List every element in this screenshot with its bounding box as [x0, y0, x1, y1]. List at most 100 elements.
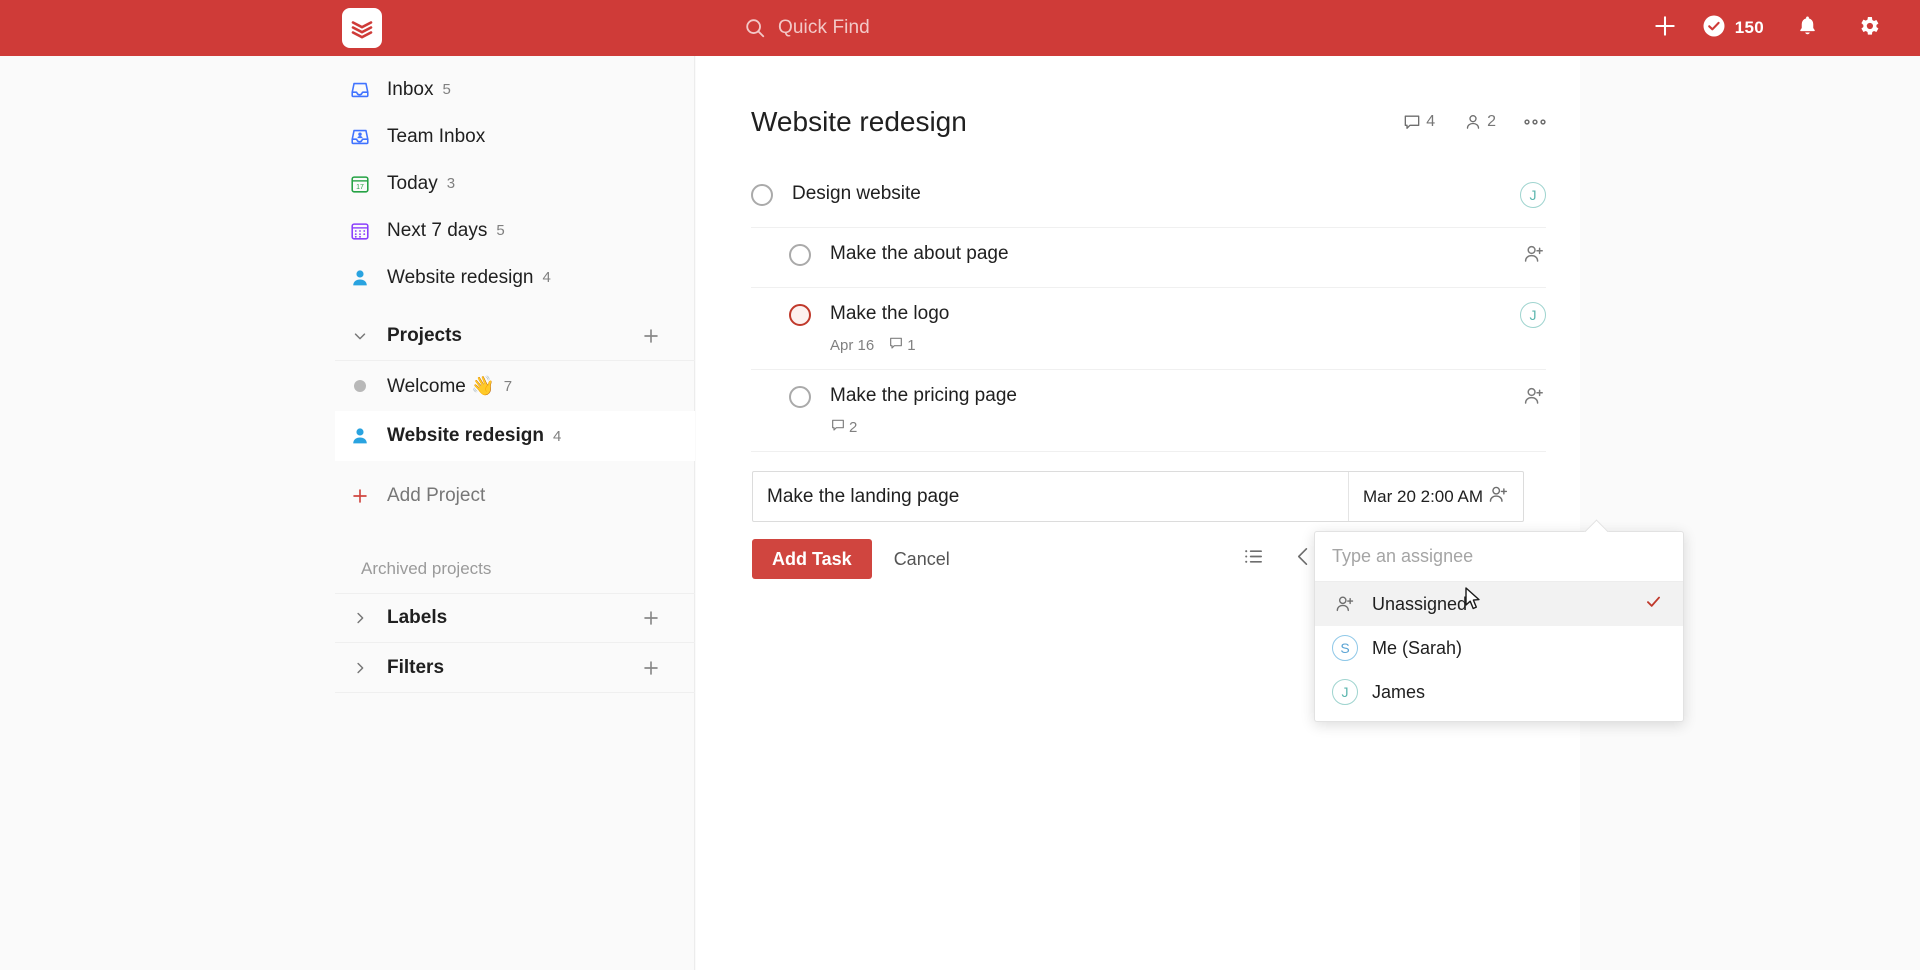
task-comment-count[interactable]: 2	[830, 417, 857, 437]
quick-find-button[interactable]: Quick Find	[744, 0, 870, 56]
task-row[interactable]: Make the pricing page 2	[751, 370, 1546, 452]
task-row[interactable]: Design website J	[751, 168, 1546, 228]
task-checkbox[interactable]	[789, 386, 811, 408]
person-icon	[348, 266, 372, 290]
task-checkbox-priority[interactable]	[789, 304, 811, 326]
cancel-button[interactable]: Cancel	[894, 549, 950, 570]
add-project-button[interactable]: Add Project	[335, 471, 695, 521]
chevron-right-icon	[348, 606, 372, 630]
calendar-week-icon	[348, 219, 372, 243]
top-bar: Quick Find 150	[0, 0, 1920, 56]
add-task-button[interactable]	[1634, 0, 1696, 56]
avatar: S	[1332, 635, 1358, 661]
sidebar-item-label: Team Inbox	[387, 125, 486, 147]
sidebar-section-projects[interactable]: Projects	[335, 311, 695, 361]
assign-person-icon	[1522, 242, 1546, 271]
chevron-right-icon	[348, 656, 372, 680]
project-more-menu-button[interactable]	[1524, 118, 1546, 126]
task-comment-count[interactable]: 1	[888, 335, 916, 355]
check-icon	[1644, 592, 1663, 616]
task-title: Make the pricing page	[830, 385, 1017, 406]
task-comment-number: 1	[907, 336, 916, 354]
section-label: Filters	[387, 656, 445, 678]
task-name-input[interactable]	[753, 472, 1348, 521]
search-icon	[744, 17, 766, 39]
assignee-option-james[interactable]: J James	[1315, 670, 1683, 714]
inbox-icon	[348, 78, 372, 102]
project-comments-button[interactable]: 4	[1402, 112, 1435, 132]
task-comment-number: 2	[849, 418, 858, 436]
sidebar-item-website-redesign[interactable]: Website redesign 4	[335, 254, 695, 301]
sidebar-project-website-redesign[interactable]: Website redesign 4	[335, 411, 695, 461]
task-body: Design website	[792, 182, 1510, 206]
assignee-option-unassigned[interactable]: Unassigned	[1315, 582, 1683, 626]
sidebar-project-welcome[interactable]: Welcome 👋 7	[335, 361, 695, 411]
comment-icon	[888, 335, 904, 355]
avatar: J	[1520, 182, 1546, 208]
sidebar: Inbox 5 Team Inbox 17 Today 3 Next 7 day…	[0, 56, 695, 970]
add-project-icon[interactable]	[640, 325, 662, 347]
task-body: Make the logo Apr 16 1	[830, 302, 1510, 355]
project-dot-grey	[348, 374, 372, 398]
task-list: Design website J Make the about page Mak…	[751, 168, 1546, 452]
task-checkbox[interactable]	[789, 244, 811, 266]
editor-tools	[1242, 545, 1316, 573]
task-body: Make the about page	[830, 242, 1512, 266]
task-due-date[interactable]: Apr 16	[830, 337, 874, 354]
team-inbox-icon	[348, 125, 372, 149]
list-icon[interactable]	[1242, 545, 1265, 573]
task-checkbox[interactable]	[751, 184, 773, 206]
archived-projects-link[interactable]: Archived projects	[335, 545, 695, 593]
add-filter-icon[interactable]	[640, 657, 662, 679]
assignee-option-list: Unassigned S Me (Sarah) J James	[1315, 582, 1683, 721]
task-assign-button[interactable]	[1522, 242, 1546, 271]
check-circle-icon	[1702, 14, 1726, 43]
karma-count: 150	[1734, 18, 1764, 37]
project-header: Website redesign 4 2	[751, 106, 1546, 138]
task-assignee[interactable]: J	[1520, 302, 1546, 328]
assignee-search-input[interactable]	[1332, 546, 1666, 567]
calendar-today-icon: 17	[348, 172, 372, 196]
sidebar-item-today[interactable]: 17 Today 3	[335, 160, 695, 207]
project-collaborators-button[interactable]: 2	[1463, 112, 1496, 132]
settings-button[interactable]	[1838, 0, 1900, 56]
karma-button[interactable]: 150	[1696, 0, 1776, 56]
assignee-option-me-sarah[interactable]: S Me (Sarah)	[1315, 626, 1683, 670]
sidebar-item-count: 4	[542, 269, 551, 286]
sidebar-item-team-inbox[interactable]: Team Inbox	[335, 113, 695, 160]
sidebar-section-labels[interactable]: Labels	[335, 593, 695, 643]
due-date-selector[interactable]: Mar 20 2:00 AM	[1348, 472, 1523, 521]
project-label: Welcome 👋	[387, 376, 495, 397]
add-project-label: Add Project	[387, 485, 486, 506]
assignee-option-label: Unassigned	[1372, 593, 1468, 614]
task-assignee[interactable]: J	[1520, 182, 1546, 208]
avatar: J	[1332, 679, 1358, 705]
sidebar-item-count: 5	[496, 222, 505, 239]
task-row[interactable]: Make the about page	[751, 228, 1546, 288]
task-title: Make the about page	[830, 243, 1009, 264]
task-title: Make the logo	[830, 303, 950, 324]
chevron-down-icon	[348, 324, 372, 348]
add-task-input-row: Mar 20 2:00 AM	[752, 471, 1524, 522]
assign-person-icon[interactable]	[1487, 483, 1510, 511]
add-task-submit-button[interactable]: Add Task	[752, 539, 872, 579]
add-label-icon[interactable]	[640, 607, 662, 629]
sidebar-item-count: 3	[446, 175, 456, 192]
project-collaborators-count: 2	[1487, 113, 1496, 130]
sidebar-item-label: Inbox	[387, 78, 434, 100]
sidebar-item-next-7-days[interactable]: Next 7 days 5	[335, 207, 695, 254]
todoist-logo[interactable]	[342, 8, 382, 48]
project-count: 4	[552, 427, 562, 445]
plus-icon	[348, 484, 372, 508]
project-comments-count: 4	[1426, 113, 1436, 130]
avatar: J	[1520, 302, 1546, 328]
flag-icon[interactable]	[1293, 545, 1316, 573]
task-row[interactable]: Make the logo Apr 16 1 J	[751, 288, 1546, 370]
comment-icon	[830, 417, 846, 437]
notifications-button[interactable]	[1776, 0, 1838, 56]
quick-find-label: Quick Find	[778, 17, 870, 38]
task-assign-button[interactable]	[1522, 384, 1546, 413]
avatar-initial: S	[1332, 635, 1358, 661]
sidebar-section-filters[interactable]: Filters	[335, 643, 695, 693]
sidebar-item-inbox[interactable]: Inbox 5	[335, 66, 695, 113]
